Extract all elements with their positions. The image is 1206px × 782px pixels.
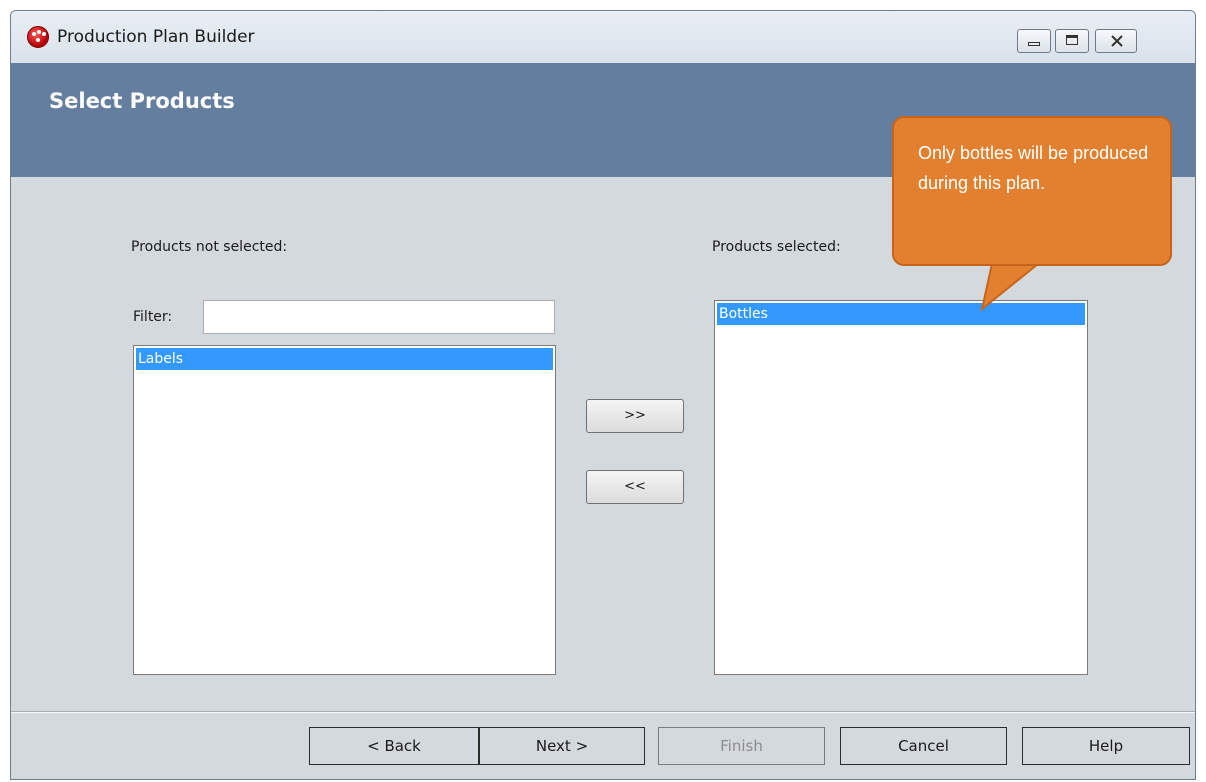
- footer-divider: [11, 711, 1195, 713]
- callout-text: Only bottles will be produced during thi…: [918, 143, 1149, 193]
- help-button[interactable]: Help: [1022, 727, 1190, 765]
- remove-product-button[interactable]: <<: [586, 470, 684, 504]
- list-item-labels[interactable]: Labels: [136, 348, 553, 370]
- page-title: Select Products: [49, 89, 235, 113]
- available-products-list[interactable]: Labels: [133, 345, 556, 675]
- products-selected-label: Products selected:: [712, 239, 841, 255]
- next-button[interactable]: Next >: [479, 727, 645, 765]
- selected-products-list[interactable]: Bottles: [714, 300, 1088, 675]
- title-bar[interactable]: Production Plan Builder: [11, 11, 1195, 63]
- close-button[interactable]: [1095, 29, 1137, 53]
- minimize-button[interactable]: [1017, 29, 1051, 53]
- finish-button: Finish: [658, 727, 825, 765]
- annotation-callout: Only bottles will be produced during thi…: [892, 116, 1172, 266]
- cancel-button[interactable]: Cancel: [840, 727, 1007, 765]
- products-not-selected-label: Products not selected:: [131, 239, 288, 255]
- close-icon: [1111, 35, 1123, 47]
- filter-input[interactable]: [203, 300, 555, 334]
- filter-label: Filter:: [133, 309, 173, 325]
- back-button[interactable]: < Back: [309, 727, 479, 765]
- app-logo-icon: [27, 26, 49, 48]
- add-product-button[interactable]: >>: [586, 399, 684, 433]
- maximize-button[interactable]: [1055, 29, 1089, 53]
- callout-pointer: [980, 263, 1039, 312]
- window-title: Production Plan Builder: [57, 27, 255, 47]
